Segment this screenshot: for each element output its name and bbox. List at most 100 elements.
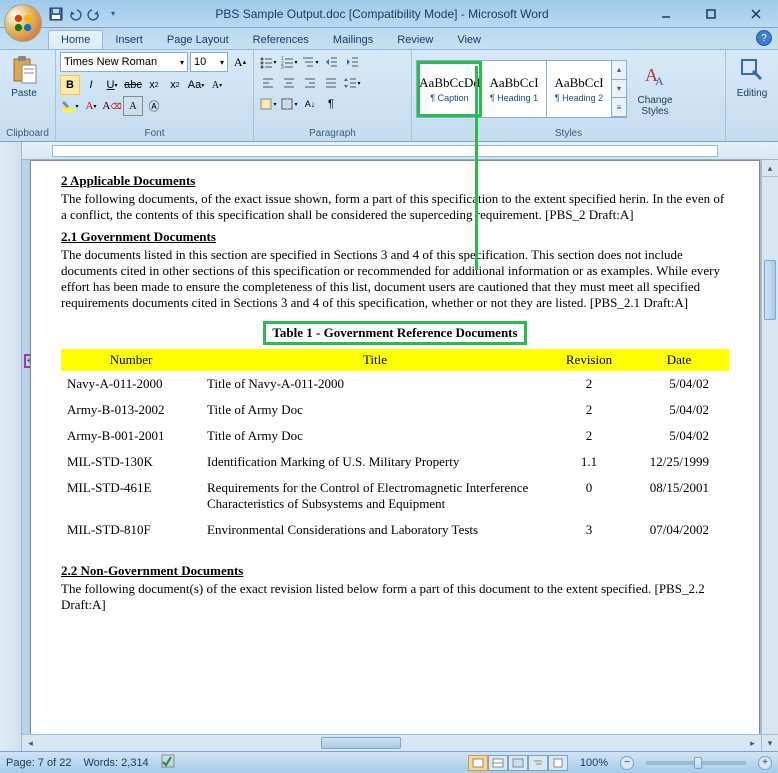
table-row: Navy-A-011-2000Title of Navy-A-011-20002… <box>61 371 729 397</box>
grow-font-icon[interactable]: A▴ <box>230 52 250 72</box>
style-heading2[interactable]: AaBbCcI¶ Heading 2 <box>547 61 612 117</box>
bold-button[interactable]: B <box>60 75 80 95</box>
web-layout-view[interactable] <box>508 755 528 771</box>
close-button[interactable] <box>733 3 778 25</box>
phonetic-button[interactable]: Ⓐ <box>144 96 164 116</box>
subscript-button[interactable]: x2 <box>144 75 164 95</box>
group-label-styles: Styles <box>416 126 721 141</box>
clear-format-button[interactable]: A⌫ <box>102 96 122 116</box>
workspace: ✥ 2 Applicable Documents The following d… <box>0 142 778 751</box>
group-styles: AaBbCcDd¶ Caption AaBbCcI¶ Heading 1 AaB… <box>412 50 726 141</box>
char-border-button[interactable]: A <box>123 96 143 116</box>
horizontal-ruler[interactable] <box>22 142 778 160</box>
ribbon-tabs: Home Insert Page Layout References Maili… <box>0 28 778 50</box>
zoom-out-button[interactable]: − <box>620 756 634 770</box>
font-color-button[interactable]: A▾ <box>81 96 101 116</box>
print-layout-view[interactable] <box>468 755 488 771</box>
zoom-slider[interactable] <box>646 761 746 765</box>
table-row: MIL-STD-130KIdentification Marking of U.… <box>61 449 729 475</box>
outline-view[interactable] <box>528 755 548 771</box>
change-styles-button[interactable]: AA Change Styles <box>631 59 679 119</box>
zoom-thumb[interactable] <box>694 757 702 769</box>
underline-button[interactable]: U▾ <box>102 75 122 95</box>
gallery-up-icon[interactable]: ▴ <box>612 61 626 80</box>
tab-review[interactable]: Review <box>385 31 445 49</box>
ribbon: Paste Clipboard Times New Roman▾ 10▾ A▴ … <box>0 50 778 142</box>
show-marks-button[interactable]: ¶ <box>321 94 341 114</box>
tab-mailings[interactable]: Mailings <box>321 31 385 49</box>
heading-2-2: 2.2 Non-Government Documents <box>61 563 729 579</box>
gallery-more-icon[interactable]: ≡ <box>612 98 626 117</box>
spellcheck-icon[interactable] <box>161 754 177 771</box>
decrease-indent-button[interactable] <box>321 52 341 72</box>
shrink-font-icon[interactable]: A▾ <box>207 75 227 95</box>
zoom-in-button[interactable]: + <box>758 756 772 770</box>
vscroll-thumb[interactable] <box>764 260 776 320</box>
multilevel-button[interactable]: ▾ <box>300 52 320 72</box>
borders-button[interactable]: ▾ <box>279 94 299 114</box>
annotation-connector <box>475 66 478 270</box>
scroll-up-icon[interactable]: ▴ <box>762 160 778 177</box>
font-size-combo[interactable]: 10▾ <box>190 52 228 72</box>
horizontal-scrollbar[interactable]: ◂ ▸ <box>22 734 761 751</box>
maximize-button[interactable] <box>688 3 733 25</box>
save-icon[interactable] <box>48 6 64 22</box>
status-words[interactable]: Words: 2,314 <box>83 757 148 769</box>
increase-indent-button[interactable] <box>342 52 362 72</box>
style-heading1[interactable]: AaBbCcI¶ Heading 1 <box>482 61 547 117</box>
svg-text:3: 3 <box>281 65 284 69</box>
gallery-down-icon[interactable]: ▾ <box>612 80 626 99</box>
view-buttons <box>468 755 568 771</box>
gov-docs-table: Number Title Revision Date Navy-A-011-20… <box>61 349 729 543</box>
numbering-button[interactable]: 123▾ <box>279 52 299 72</box>
zoom-level[interactable]: 100% <box>580 757 608 769</box>
scroll-down-icon[interactable]: ▾ <box>762 734 778 751</box>
sort-button[interactable]: A↓ <box>300 94 320 114</box>
change-styles-icon: AA <box>639 61 671 93</box>
editing-button[interactable]: Editing <box>730 52 774 101</box>
bullets-button[interactable]: ▾ <box>258 52 278 72</box>
table-row: Army-B-001-2001Title of Army Doc25/04/02 <box>61 423 729 449</box>
italic-button[interactable]: I <box>81 75 101 95</box>
align-left-button[interactable] <box>258 73 278 93</box>
scroll-right-icon[interactable]: ▸ <box>744 735 761 751</box>
align-right-button[interactable] <box>300 73 320 93</box>
minimize-button[interactable] <box>643 3 688 25</box>
help-button[interactable]: ? <box>756 30 772 46</box>
paste-icon <box>8 54 40 86</box>
strike-button[interactable]: abc <box>123 75 143 95</box>
full-screen-view[interactable] <box>488 755 508 771</box>
status-page[interactable]: Page: 7 of 22 <box>6 757 71 769</box>
qat-more-icon[interactable]: ▾ <box>105 6 121 22</box>
hscroll-thumb[interactable] <box>321 737 401 749</box>
style-caption[interactable]: AaBbCcDd¶ Caption <box>417 61 482 117</box>
draft-view[interactable] <box>548 755 568 771</box>
document-page[interactable]: 2 Applicable Documents The following doc… <box>30 160 760 751</box>
vertical-scrollbar[interactable]: ▴ ▾ <box>761 160 778 751</box>
tab-page-layout[interactable]: Page Layout <box>155 31 241 49</box>
align-center-button[interactable] <box>279 73 299 93</box>
tab-references[interactable]: References <box>241 31 321 49</box>
tab-view[interactable]: View <box>445 31 493 49</box>
svg-text:A: A <box>655 74 664 88</box>
tab-home[interactable]: Home <box>48 30 103 49</box>
vertical-ruler[interactable] <box>0 142 22 751</box>
undo-icon[interactable] <box>67 6 83 22</box>
tab-insert[interactable]: Insert <box>103 31 155 49</box>
highlight-button[interactable]: ▾ <box>60 96 80 116</box>
justify-button[interactable] <box>321 73 341 93</box>
superscript-button[interactable]: x2 <box>165 75 185 95</box>
change-case-button[interactable]: Aa▾ <box>186 75 206 95</box>
status-bar: Page: 7 of 22 Words: 2,314 100% − + <box>0 751 778 773</box>
line-spacing-button[interactable]: ▾ <box>342 73 362 93</box>
styles-gallery[interactable]: AaBbCcDd¶ Caption AaBbCcI¶ Heading 1 AaB… <box>416 60 627 118</box>
font-name-combo[interactable]: Times New Roman▾ <box>60 52 188 72</box>
scroll-left-icon[interactable]: ◂ <box>22 735 39 751</box>
paste-button[interactable]: Paste <box>4 52 44 101</box>
office-button[interactable] <box>4 4 42 42</box>
shading-button[interactable]: ▾ <box>258 94 278 114</box>
group-font: Times New Roman▾ 10▾ A▴ B I U▾ abc x2 x2… <box>56 50 254 141</box>
title-bar: ▾ PBS Sample Output.doc [Compatibility M… <box>0 0 778 28</box>
redo-icon[interactable] <box>86 6 102 22</box>
window-title: PBS Sample Output.doc [Compatibility Mod… <box>121 7 643 21</box>
